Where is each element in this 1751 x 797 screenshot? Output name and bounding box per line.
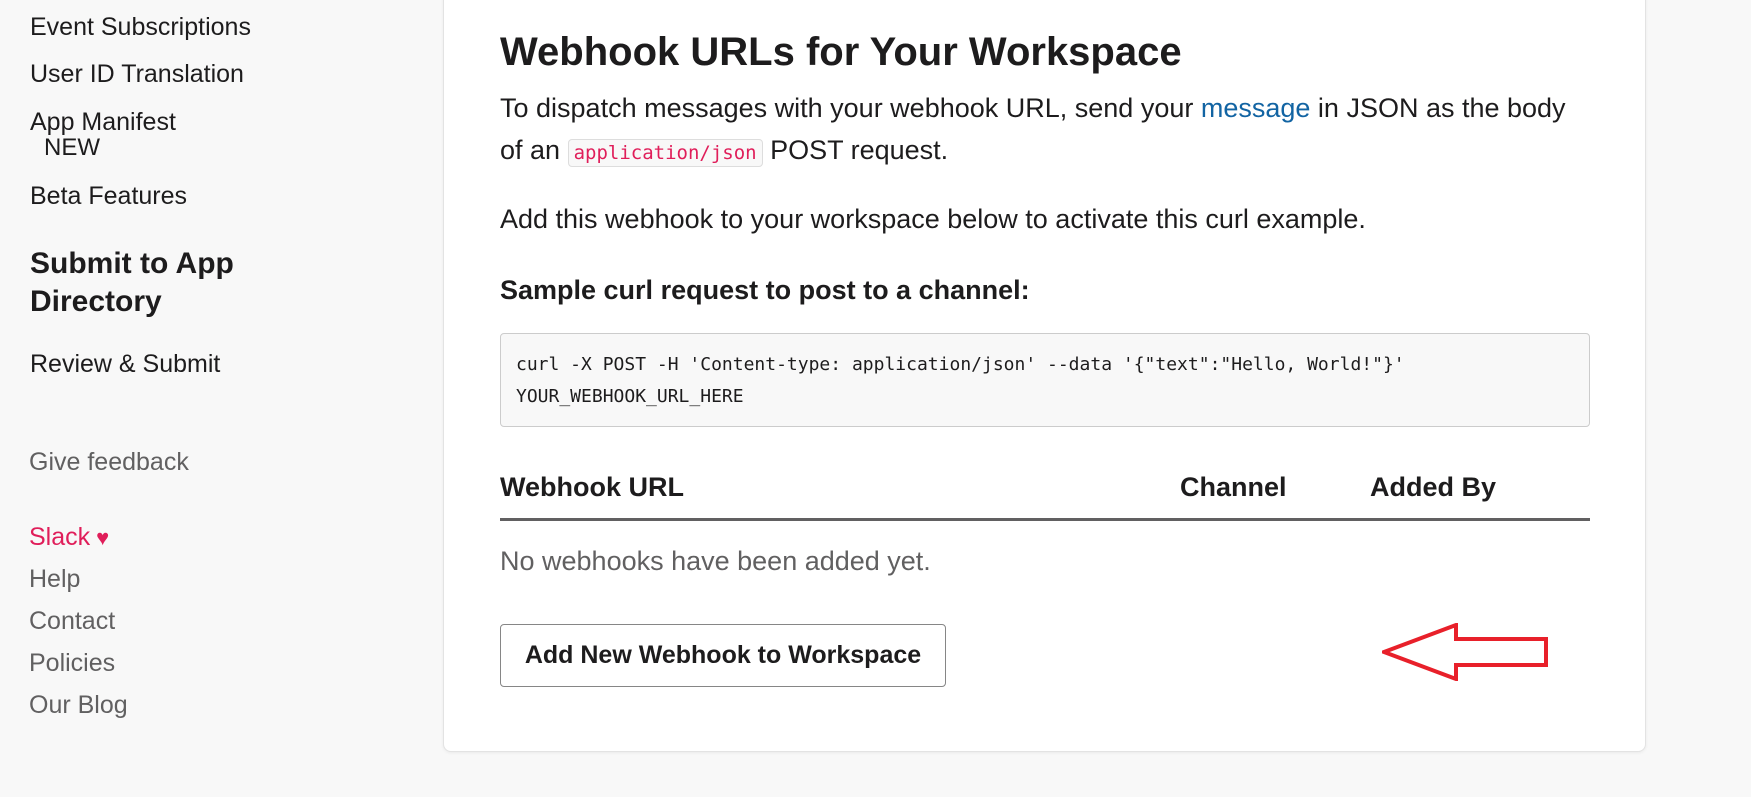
curl-line-2: YOUR_WEBHOOK_URL_HERE xyxy=(516,386,744,407)
desc-text-1: To dispatch messages with your webhook U… xyxy=(500,93,1201,123)
column-header-added-by: Added By xyxy=(1370,472,1497,502)
sample-curl-label: Sample curl request to post to a channel… xyxy=(500,275,1030,305)
sidebar-item-review-submit[interactable]: Review & Submit xyxy=(30,349,220,379)
webhook-card: Webhook URLs for Your Workspace To dispa… xyxy=(443,0,1646,752)
sidebar-item-user-id-translation[interactable]: User ID Translation xyxy=(30,59,244,89)
column-header-webhook-url: Webhook URL xyxy=(500,472,684,502)
annotation-arrow-icon xyxy=(1382,623,1548,681)
footer-help-link[interactable]: Help xyxy=(29,564,80,594)
footer-contact-link[interactable]: Contact xyxy=(29,606,115,636)
sidebar: Event Subscriptions User ID Translation … xyxy=(0,0,440,797)
footer-blog-link[interactable]: Our Blog xyxy=(29,690,128,720)
footer-slack-label: Slack xyxy=(29,523,91,551)
sidebar-item-event-subscriptions[interactable]: Event Subscriptions xyxy=(30,12,251,42)
message-link[interactable]: message xyxy=(1201,93,1311,123)
new-badge: NEW xyxy=(44,134,100,161)
empty-state-text: No webhooks have been added yet. xyxy=(500,546,931,576)
footer-slack-link[interactable]: Slack ♥ xyxy=(29,522,109,553)
sidebar-item-beta-features[interactable]: Beta Features xyxy=(30,181,187,211)
sidebar-item-app-manifest[interactable]: App Manifest xyxy=(30,107,176,137)
column-header-channel: Channel xyxy=(1180,472,1287,502)
heart-icon: ♥ xyxy=(96,525,110,550)
desc-text-3: POST request. xyxy=(762,135,949,165)
sidebar-section-title: Submit to App Directory xyxy=(30,247,234,318)
inline-code: application/json xyxy=(567,139,763,167)
description: To dispatch messages with your webhook U… xyxy=(500,87,1590,174)
give-feedback-link[interactable]: Give feedback xyxy=(29,447,189,477)
activate-text: Add this webhook to your workspace below… xyxy=(500,204,1366,234)
curl-code-block[interactable]: curl -X POST -H 'Content-type: applicati… xyxy=(500,333,1590,427)
curl-line-1: curl -X POST -H 'Content-type: applicati… xyxy=(516,354,1405,375)
add-new-webhook-button[interactable]: Add New Webhook to Workspace xyxy=(500,624,946,687)
footer-policies-link[interactable]: Policies xyxy=(29,648,115,678)
page-title: Webhook URLs for Your Workspace xyxy=(500,30,1182,74)
webhook-table-header: Webhook URL Channel Added By xyxy=(500,469,1590,521)
